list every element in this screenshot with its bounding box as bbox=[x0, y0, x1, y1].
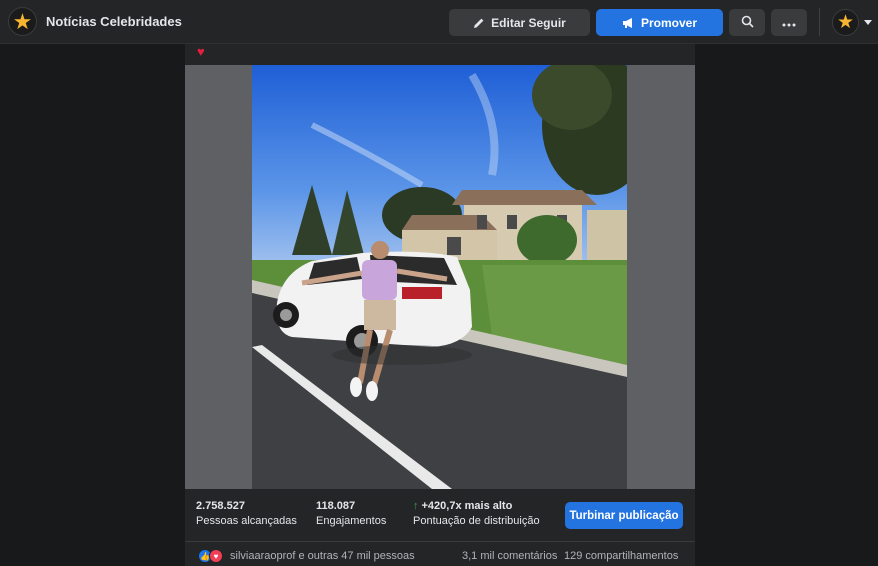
more-dots-icon bbox=[782, 16, 796, 30]
post-insights: 2.758.527 Pessoas alcançadas 118.087 Eng… bbox=[185, 489, 695, 542]
arrow-up-icon: ↑ bbox=[413, 500, 419, 512]
love-reaction-icon: ♥ bbox=[209, 549, 223, 563]
engagement-value: 118.087 bbox=[316, 500, 356, 512]
distribution-stat[interactable]: ↑ +420,7x mais alto Pontuação de distribu… bbox=[413, 500, 540, 527]
engagement-stat[interactable]: 118.087 Engajamentos bbox=[316, 500, 386, 527]
page-name[interactable]: Notícias Celebridades bbox=[46, 14, 182, 29]
distribution-label: Pontuação de distribuição bbox=[413, 515, 540, 527]
chevron-down-icon bbox=[864, 20, 872, 25]
megaphone-icon bbox=[622, 17, 635, 29]
search-icon bbox=[741, 15, 754, 31]
reaction-names[interactable]: silviaaraoprof e outras 47 mil pessoas bbox=[230, 550, 415, 562]
pencil-icon bbox=[473, 17, 485, 29]
post-photo[interactable] bbox=[252, 65, 627, 489]
page-avatar[interactable]: ★ bbox=[8, 7, 37, 36]
post-caption: ♥ bbox=[197, 44, 205, 59]
reactions-bar: 👍 ♥ silviaaraoprof e outras 47 mil pesso… bbox=[185, 547, 695, 566]
distribution-value: +420,7x mais alto bbox=[421, 500, 513, 512]
post-card: ♥ 2.758.527 Pessoas alcançadas 118.087 E… bbox=[185, 44, 695, 566]
promote-label: Promover bbox=[640, 15, 698, 30]
engagement-label: Engajamentos bbox=[316, 515, 387, 527]
more-options-button[interactable] bbox=[771, 9, 807, 36]
header-divider bbox=[819, 8, 820, 36]
gold-star-logo-icon: ★ bbox=[12, 8, 33, 34]
reach-value: 2.758.527 bbox=[196, 500, 245, 512]
top-bar: ★ Notícias Celebridades Editar Seguir Pr… bbox=[0, 0, 878, 44]
reaction-icons[interactable]: 👍 ♥ bbox=[198, 549, 223, 563]
promote-button[interactable]: Promover bbox=[596, 9, 723, 36]
edit-follow-button[interactable]: Editar Seguir bbox=[449, 9, 590, 36]
reach-stat[interactable]: 2.758.527 Pessoas alcançadas bbox=[196, 500, 297, 527]
boost-post-button[interactable]: Turbinar publicação bbox=[565, 502, 683, 529]
search-button[interactable] bbox=[729, 9, 765, 36]
gold-star-logo-icon: ★ bbox=[832, 9, 859, 36]
shares-count[interactable]: 129 compartilhamentos bbox=[564, 550, 678, 562]
red-heart-icon: ♥ bbox=[197, 44, 205, 59]
account-switcher[interactable]: ★ bbox=[832, 9, 874, 36]
edit-follow-label: Editar Seguir bbox=[491, 15, 566, 30]
reach-label: Pessoas alcançadas bbox=[196, 515, 297, 527]
comments-count[interactable]: 3,1 mil comentários bbox=[462, 550, 557, 562]
photo-frame bbox=[185, 65, 695, 489]
